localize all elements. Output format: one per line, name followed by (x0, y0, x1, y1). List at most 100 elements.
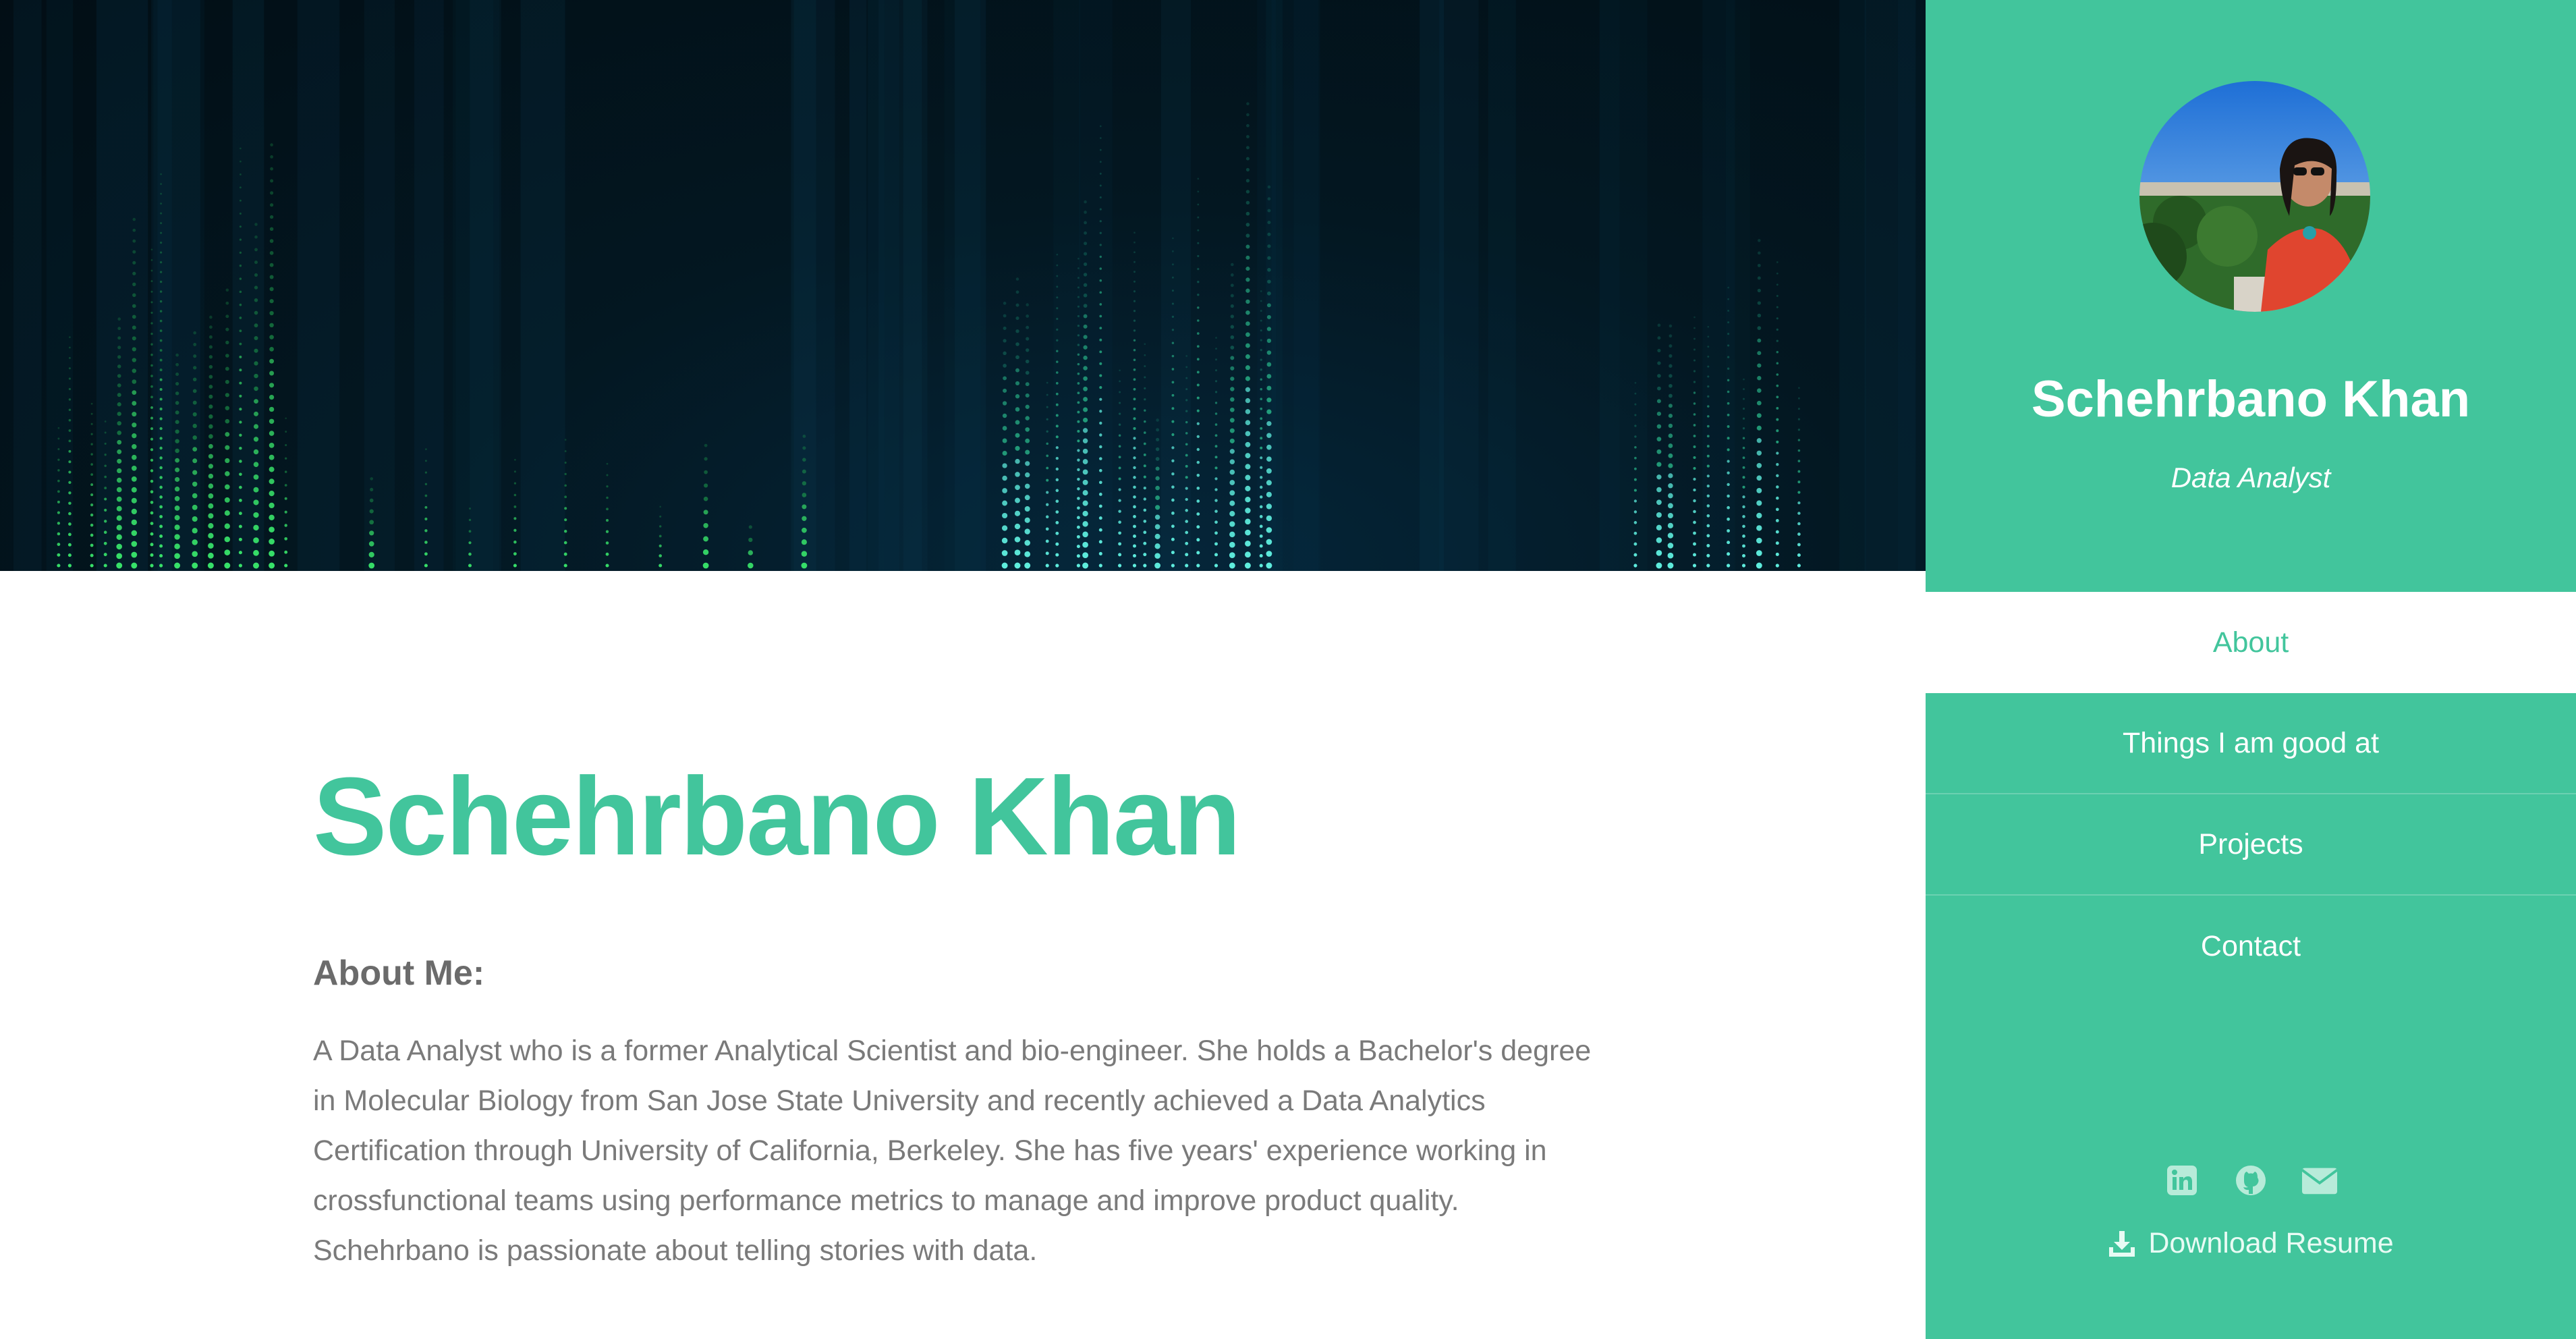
hero-dot (748, 525, 752, 529)
hero-dot (104, 508, 107, 512)
hero-dot (370, 477, 374, 481)
hero-dot (67, 532, 72, 537)
hero-dot (1171, 315, 1175, 319)
hero-dot (1077, 477, 1080, 481)
linkedin-icon[interactable] (2164, 1162, 2200, 1199)
hero-dot (1133, 290, 1136, 293)
hero-dot (1775, 496, 1779, 500)
hero-dot (468, 530, 472, 533)
hero-dot (57, 553, 61, 557)
hero-dot (1171, 498, 1175, 502)
hero-light-streak (1599, 0, 1648, 571)
hero-dot (1756, 525, 1762, 531)
hero-dot (1214, 510, 1218, 513)
hero-dot (424, 529, 428, 532)
hero-dot (1230, 294, 1234, 298)
hero-dot (269, 310, 274, 316)
hero-dot (284, 510, 287, 514)
hero-dot (1196, 409, 1200, 412)
hero-dot (1002, 413, 1007, 418)
hero-dot (1727, 460, 1730, 463)
hero-dot (1197, 306, 1200, 309)
hero-dot (103, 553, 107, 557)
hero-dot (1015, 381, 1020, 385)
hero-dot (132, 347, 136, 352)
hero-dot (703, 510, 708, 515)
hero-dot (1727, 425, 1730, 428)
hero-dot (239, 329, 242, 333)
hero-dot (1742, 535, 1745, 538)
hero-dot (1024, 562, 1031, 569)
hero-dot (68, 408, 72, 412)
hero-dot (1259, 524, 1263, 528)
hero-dot (1118, 564, 1122, 568)
hero-dot (208, 473, 214, 479)
hero-dot (1229, 541, 1235, 548)
hero-dot (1077, 267, 1080, 269)
hero-dot (1707, 405, 1710, 408)
hero-dot (1742, 544, 1745, 548)
hero-dot (1229, 521, 1235, 527)
hero-dot (150, 259, 153, 261)
hero-dot (1056, 285, 1059, 288)
hero-dot (1133, 427, 1136, 430)
hero-dot (1196, 525, 1200, 529)
hero-dot (160, 173, 162, 175)
nav-item-contact[interactable]: Contact (1926, 896, 2576, 997)
hero-dot (208, 394, 213, 399)
hero-dot (1156, 437, 1160, 441)
hero-dot (1015, 433, 1020, 438)
hero-dot (1260, 476, 1263, 479)
nav-item-things-i-am-good-at[interactable]: Things I am good at (1926, 693, 2576, 794)
hero-dot (1003, 326, 1007, 330)
hero-dot (1171, 368, 1175, 371)
github-icon[interactable] (2233, 1162, 2269, 1199)
hero-dot (1077, 362, 1080, 366)
hero-dot (1083, 386, 1088, 391)
hero-light-streak (297, 0, 340, 571)
hero-dot (1003, 388, 1007, 393)
hero-dot (104, 520, 107, 523)
nav-item-projects[interactable]: Projects (1926, 794, 2576, 896)
hero-dot (1727, 448, 1730, 452)
hero-dot (132, 217, 136, 221)
hero-dot (1214, 542, 1218, 546)
hero-dot (1196, 499, 1200, 503)
hero-dot (1245, 485, 1251, 492)
hero-dot (131, 497, 137, 503)
hero-dot (1056, 350, 1059, 352)
hero-dot (1229, 531, 1235, 538)
hero-dot (1707, 365, 1710, 368)
hero-dot (1083, 376, 1088, 381)
hero-dot (1002, 401, 1007, 406)
hero-dot (1015, 458, 1020, 464)
hero-dot (160, 222, 163, 225)
download-resume-button[interactable]: Download Resume (1926, 1227, 2576, 1260)
download-resume-label: Download Resume (2148, 1227, 2394, 1259)
hero-dot (1214, 391, 1218, 393)
hero-dot (748, 537, 753, 543)
hero-dot (1797, 512, 1801, 515)
hero-dot (69, 346, 71, 349)
hero-dot (1077, 325, 1080, 327)
envelope-icon[interactable] (2301, 1162, 2338, 1199)
hero-dot (254, 386, 258, 391)
hero-dot (1245, 167, 1250, 171)
hero-dot (225, 354, 229, 358)
hero-dot (1185, 553, 1189, 557)
nav-item-about[interactable]: About (1926, 592, 2576, 693)
hero-dot (1056, 307, 1059, 310)
hero-dot (1083, 324, 1088, 329)
hero-dot (1055, 414, 1059, 417)
hero-dot (1099, 208, 1102, 211)
hero-dot (270, 179, 274, 183)
hero-dot (1693, 327, 1696, 329)
hero-dot (68, 470, 72, 474)
hero-dot (225, 366, 229, 371)
hero-dot (159, 358, 163, 362)
hero-dot (239, 472, 242, 476)
hero-dot (1084, 242, 1088, 246)
hero-dot (1143, 553, 1147, 557)
hero-dot (175, 458, 179, 463)
hero-dot (1014, 562, 1021, 569)
